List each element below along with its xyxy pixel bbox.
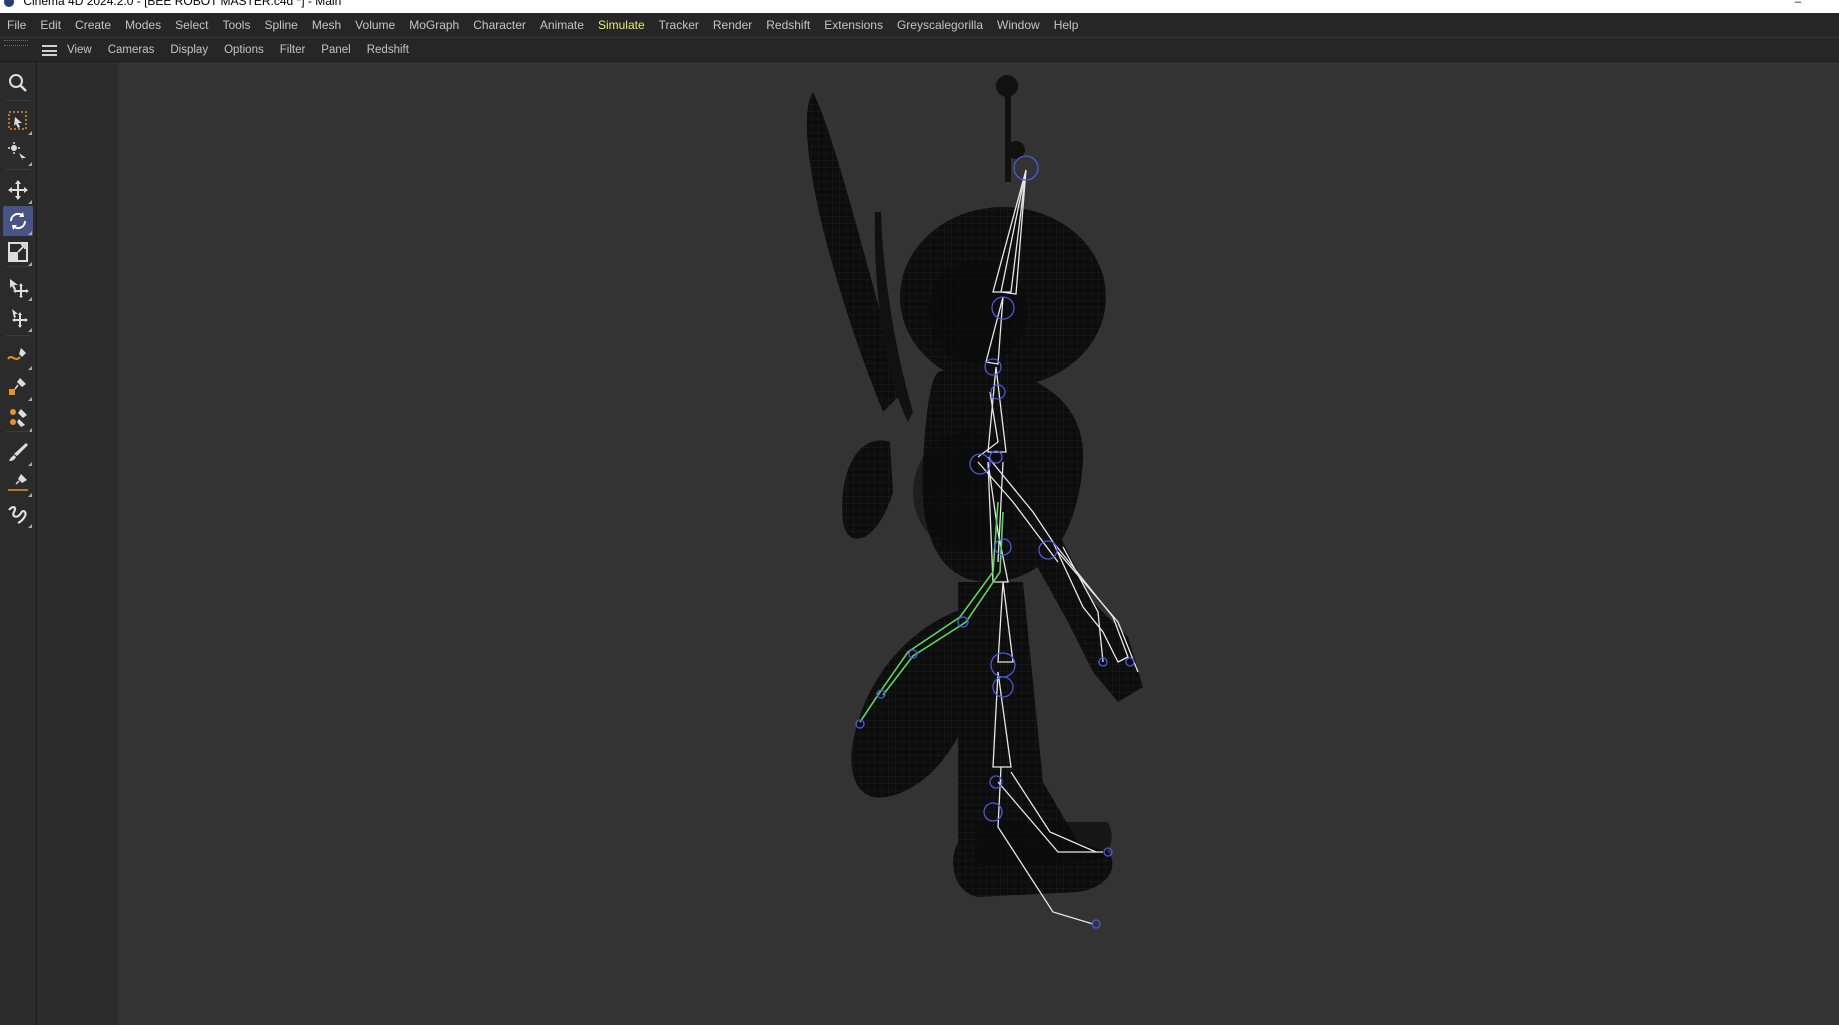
- menu-greyscalegorilla[interactable]: Greyscalegorilla: [897, 18, 983, 32]
- viewport-menu-bar: View Cameras Display Options Filter Panel Reds…: [0, 38, 1839, 62]
- weight-brush-tool[interactable]: [3, 403, 33, 433]
- viewport-menu-cameras[interactable]: Cameras: [108, 44, 155, 56]
- cinema4d-logo-icon: [4, 0, 14, 7]
- knife-tool[interactable]: [3, 468, 33, 498]
- tool-group-indicator: [28, 131, 32, 135]
- panel-grip-handle[interactable]: [4, 40, 28, 46]
- viewport-menu-display[interactable]: Display: [170, 44, 208, 56]
- window-title: Cinema 4D 2024.2.0 - [BEE ROBOT MASTER.c…: [23, 0, 342, 8]
- menu-edit[interactable]: Edit: [40, 18, 61, 32]
- joint-align-tool[interactable]: [3, 303, 33, 333]
- tool-group-indicator: [28, 366, 32, 370]
- move-tool[interactable]: [3, 175, 33, 205]
- live-selection-icon: [8, 111, 27, 130]
- tool-group-indicator: [28, 231, 32, 235]
- tool-group-indicator: [28, 397, 32, 401]
- scale-tool[interactable]: [3, 237, 33, 267]
- tool-group-indicator: [28, 162, 32, 166]
- bee-wing-rear: [842, 440, 893, 539]
- weight-brush-icon: [10, 409, 27, 427]
- viewport-menu-view[interactable]: View: [67, 44, 92, 56]
- menu-extensions[interactable]: Extensions: [824, 18, 883, 32]
- toolbar-separator: [6, 335, 30, 336]
- minimize-window-button[interactable]: –: [1795, 0, 1801, 8]
- menu-help[interactable]: Help: [1054, 18, 1079, 32]
- menu-character[interactable]: Character: [473, 18, 526, 32]
- viewport-menu-panel[interactable]: Panel: [321, 44, 350, 56]
- menu-mesh[interactable]: Mesh: [312, 18, 341, 32]
- toolbar-separator: [6, 169, 30, 170]
- menu-create[interactable]: Create: [75, 18, 111, 32]
- move-icon: [8, 180, 28, 200]
- rotate-icon: [9, 212, 27, 230]
- joint-align-icon: [12, 309, 28, 328]
- bee-wing-front: [806, 92, 903, 412]
- pose-morph-move-icon: [10, 279, 29, 298]
- main-menu-bar: File Edit Create Modes Select Tools Spline Mesh…: [0, 13, 1839, 37]
- menu-file[interactable]: File: [7, 18, 26, 32]
- menu-spline[interactable]: Spline: [264, 18, 297, 32]
- transform-tool[interactable]: [3, 137, 33, 167]
- toolbar-separator: [6, 431, 30, 432]
- left-tool-palette: [0, 62, 37, 1025]
- tool-group-indicator: [28, 462, 32, 466]
- tool-group-indicator: [28, 328, 32, 332]
- rotate-tool[interactable]: [3, 206, 33, 236]
- menu-redshift[interactable]: Redshift: [766, 18, 810, 32]
- menu-tools[interactable]: Tools: [222, 18, 250, 32]
- menu-volume[interactable]: Volume: [355, 18, 395, 32]
- search-icon: [9, 74, 27, 92]
- paint-weights-icon: [9, 378, 26, 395]
- knife-icon: [8, 474, 28, 491]
- viewport-menu: View Cameras Display Options Filter Panel Reds…: [67, 38, 425, 62]
- viewport-menu-options[interactable]: Options: [224, 44, 264, 56]
- menu-mograph[interactable]: MoGraph: [409, 18, 459, 32]
- paint-weights-tool[interactable]: [3, 372, 33, 402]
- pose-morph-move-tool[interactable]: [3, 272, 33, 302]
- live-selection-tool[interactable]: [3, 106, 33, 136]
- menu-animate[interactable]: Animate: [540, 18, 584, 32]
- toolbar-separator: [6, 266, 30, 267]
- transform-icon: [8, 142, 26, 161]
- spline-pen-icon: [7, 348, 26, 360]
- viewport-menu-filter[interactable]: Filter: [280, 44, 306, 56]
- scale-icon: [8, 242, 28, 262]
- menu-tracker[interactable]: Tracker: [659, 18, 699, 32]
- tool-group-indicator: [28, 493, 32, 497]
- menu-render[interactable]: Render: [713, 18, 752, 32]
- search-tool[interactable]: [3, 68, 33, 98]
- hamburger-menu-icon[interactable]: [42, 45, 57, 56]
- brush-icon: [9, 443, 28, 461]
- menu-simulate[interactable]: Simulate: [598, 18, 645, 32]
- tool-group-indicator: [28, 200, 32, 204]
- toolbar-separator: [6, 100, 30, 101]
- window-title-bar: Cinema 4D 2024.2.0 - [BEE ROBOT MASTER.c…: [0, 0, 1839, 13]
- spline-pen-tool[interactable]: [3, 341, 33, 371]
- viewport-left-margin: [37, 62, 118, 1025]
- bee-robot-wireframe-render: [806, 75, 1143, 929]
- 3d-viewport[interactable]: [118, 62, 1839, 1025]
- viewport-menu-redshift[interactable]: Redshift: [367, 44, 409, 56]
- brush-tool[interactable]: [3, 437, 33, 467]
- menu-select[interactable]: Select: [175, 18, 208, 32]
- tool-group-indicator: [28, 524, 32, 528]
- sketch-tool[interactable]: [3, 499, 33, 529]
- tool-group-indicator: [28, 297, 32, 301]
- sketch-icon: [8, 506, 27, 524]
- menu-window[interactable]: Window: [997, 18, 1040, 32]
- menu-modes[interactable]: Modes: [125, 18, 161, 32]
